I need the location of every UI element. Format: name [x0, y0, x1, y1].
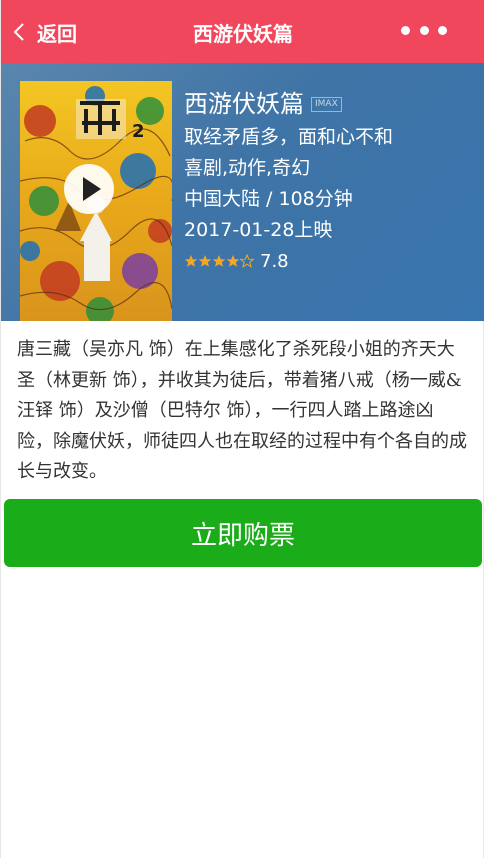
back-label: 返回	[37, 21, 77, 46]
buy-ticket-button[interactable]: 立即购票	[4, 499, 482, 567]
app-frame: 返回 西游伏妖篇 2 西游伏妖篇 IMAX 取经矛盾多，面和心不和 喜剧,动作,…	[0, 0, 484, 858]
movie-release-date: 2017-01-28上映	[184, 219, 333, 241]
more-button[interactable]	[401, 22, 447, 38]
star-filled-icon	[212, 255, 226, 267]
top-bar: 返回 西游伏妖篇	[1, 0, 484, 63]
movie-genres: 喜剧,动作,奇幻	[184, 157, 311, 179]
movie-synopsis: 唐三藏（吴亦凡 饰）在上集感化了杀死段小姐的齐天大圣（林更新 饰），并收其为徒后…	[17, 339, 467, 482]
movie-poster[interactable]: 2	[20, 81, 172, 321]
play-trailer-button[interactable]	[64, 164, 114, 214]
star-filled-icon	[198, 255, 212, 267]
movie-tagline: 取经矛盾多，面和心不和	[184, 126, 394, 148]
format-badge: IMAX	[311, 96, 342, 112]
movie-title: 西游伏妖篇	[184, 89, 304, 118]
movie-details: 西游伏妖篇 IMAX 取经矛盾多，面和心不和 喜剧,动作,奇幻 中国大陆 / 1…	[184, 84, 475, 275]
star-empty-icon	[240, 254, 254, 268]
more-dot-icon	[419, 25, 429, 35]
more-dot-icon	[438, 25, 447, 35]
more-dot-icon	[401, 25, 410, 35]
star-filled-icon	[184, 255, 198, 267]
star-filled-icon	[226, 255, 240, 267]
rating-score: 7.8	[260, 250, 289, 272]
movie-info-panel: 2 西游伏妖篇 IMAX 取经矛盾多，面和心不和 喜剧,动作,奇幻 中国大陆 /…	[1, 63, 484, 321]
play-icon	[83, 177, 101, 201]
star-rating	[184, 254, 254, 268]
svg-text:2: 2	[132, 121, 145, 142]
back-button[interactable]: 返回	[13, 16, 77, 48]
movie-region-duration: 中国大陆 / 108分钟	[184, 188, 353, 210]
chevron-left-icon	[13, 23, 24, 41]
